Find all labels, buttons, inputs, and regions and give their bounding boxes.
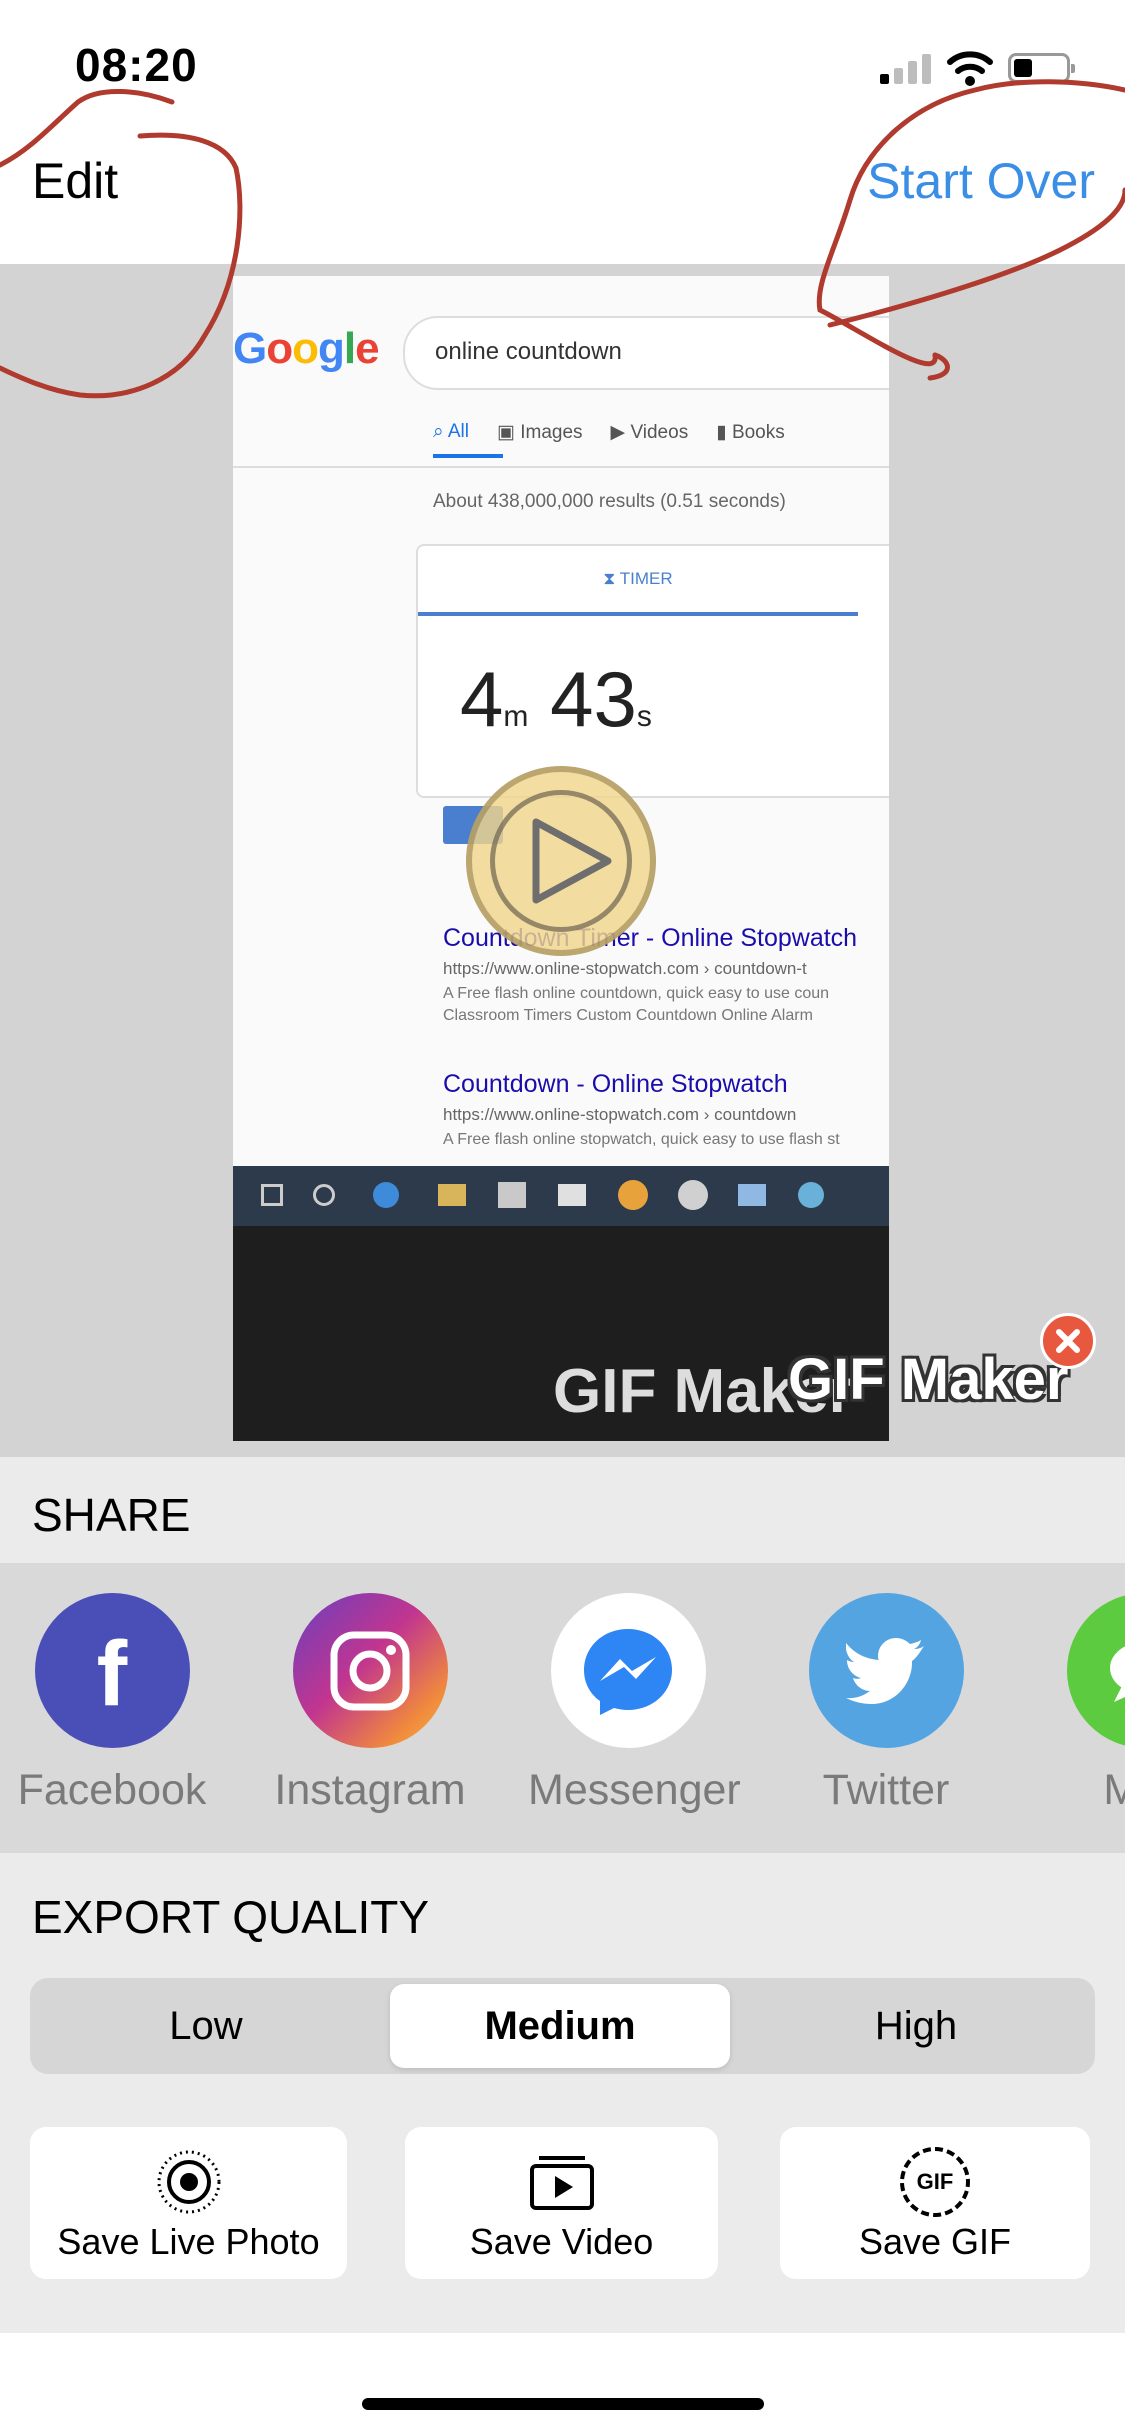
gif-icon: GIF xyxy=(900,2147,970,2217)
quality-medium[interactable]: Medium xyxy=(390,1984,730,2068)
play-button[interactable] xyxy=(466,766,656,956)
home-indicator xyxy=(362,2398,764,2410)
export-quality-selector[interactable]: Low Medium High xyxy=(30,1978,1095,2074)
tab-books: ▮ Books xyxy=(716,422,785,443)
tab-videos: ▶ Videos xyxy=(610,422,689,443)
search-query: online countdown xyxy=(435,338,622,365)
live-photo-icon xyxy=(157,2150,220,2214)
share-messenger[interactable]: Messenger xyxy=(528,1593,741,1815)
quality-low[interactable]: Low xyxy=(36,1984,376,2068)
close-icon xyxy=(1056,1329,1080,1353)
messages-icon xyxy=(1066,1593,1125,1748)
remove-watermark-button[interactable] xyxy=(1040,1313,1096,1369)
taskbar xyxy=(233,1166,889,1226)
timer-readout: 4m 43s xyxy=(460,655,652,743)
facebook-icon: f xyxy=(34,1593,190,1748)
messenger-icon xyxy=(550,1593,706,1748)
instagram-icon xyxy=(292,1593,448,1748)
play-icon xyxy=(532,818,612,904)
share-title: SHARE xyxy=(32,1489,191,1541)
save-gif-button[interactable]: GIF Save GIF xyxy=(780,2127,1090,2279)
twitter-icon xyxy=(808,1593,964,1748)
export-quality-title: EXPORT QUALITY xyxy=(32,1891,430,1943)
quality-high[interactable]: High xyxy=(746,1984,1086,2068)
share-instagram[interactable]: Instagram xyxy=(270,1593,470,1815)
share-messages[interactable]: Mes xyxy=(1044,1593,1125,1815)
result-2: Countdown - Online Stopwatch https://www… xyxy=(443,1070,840,1148)
save-video-button[interactable]: Save Video xyxy=(405,2127,718,2279)
results-count: About 438,000,000 results (0.51 seconds) xyxy=(433,491,786,512)
tab-images: ▣ Images xyxy=(497,422,583,443)
timer-card: ⧗ TIMER 4m 43s xyxy=(416,544,889,798)
share-facebook[interactable]: f Facebook xyxy=(12,1593,212,1815)
share-twitter[interactable]: Twitter xyxy=(786,1593,986,1815)
search-tabs: ⌕ All ▣ Images ▶ Videos ▮ Books xyxy=(433,421,785,444)
annotation-circle-edit xyxy=(0,88,243,399)
video-icon xyxy=(529,2156,594,2210)
timer-tab: ⧗ TIMER xyxy=(418,546,858,616)
watermark-badge: GIF Maker xyxy=(788,1347,1069,1412)
save-live-photo-button[interactable]: Save Live Photo xyxy=(30,2127,347,2279)
share-strip[interactable]: f Facebook Instagram Messenger Twitter M xyxy=(0,1563,1125,1853)
annotation-circle-start-over xyxy=(816,79,1125,381)
tab-all: ⌕ All xyxy=(433,421,469,442)
